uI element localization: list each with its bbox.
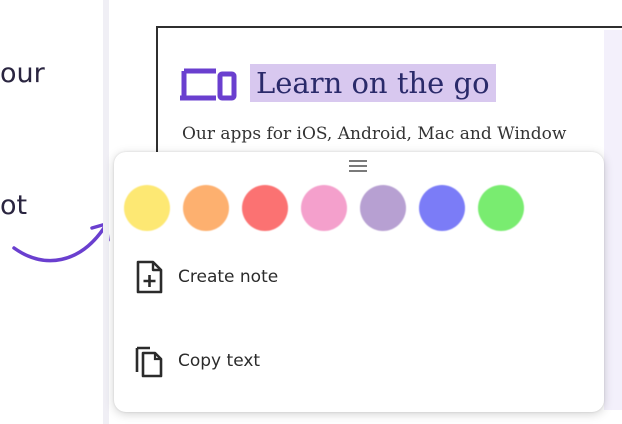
document-title[interactable]: Learn on the go: [250, 64, 496, 102]
create-note-button[interactable]: Create note: [134, 260, 278, 294]
copy-icon: [135, 346, 163, 378]
color-swatch-blue[interactable]: [419, 185, 465, 231]
copy-text-button[interactable]: Copy text: [134, 344, 260, 378]
create-note-label: Create note: [178, 267, 279, 287]
add-note-icon: [136, 260, 163, 294]
panel-divider: [103, 0, 109, 424]
color-swatch-red[interactable]: [242, 185, 288, 231]
pointer-arrow-icon: [12, 222, 110, 263]
color-swatch-pink[interactable]: [301, 185, 347, 231]
color-swatch-green[interactable]: [478, 185, 524, 231]
color-swatch-orange[interactable]: [183, 185, 229, 231]
devices-icon: [180, 68, 237, 101]
color-swatch-purple[interactable]: [360, 185, 406, 231]
copy-text-label: Copy text: [178, 351, 261, 371]
document-edge-shade: [604, 30, 622, 410]
document-subtitle: Our apps for iOS, Android, Mac and Windo…: [182, 124, 567, 144]
color-swatch-yellow[interactable]: [124, 185, 170, 231]
highlight-popup: Create note Copy text: [114, 152, 604, 412]
color-swatches: [124, 185, 537, 231]
side-caption-line-1: our: [0, 58, 45, 89]
drag-handle-icon[interactable]: [349, 157, 367, 175]
